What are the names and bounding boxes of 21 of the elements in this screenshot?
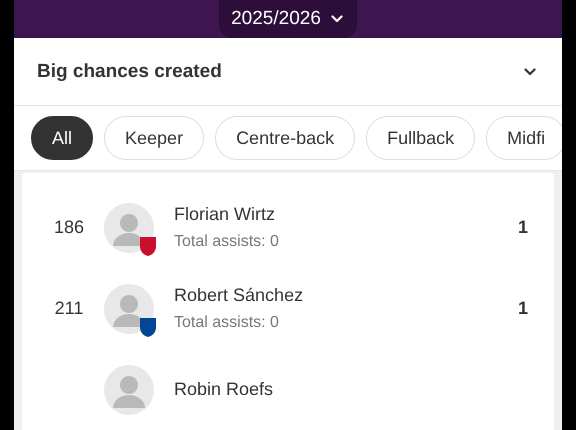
stat-value: 1 [518,298,528,319]
stat-dropdown[interactable]: Big chances created [14,38,562,106]
player-name: Robert Sánchez [174,285,304,306]
player-avatar [104,284,154,334]
player-avatar [104,364,154,414]
filter-chip[interactable]: Midfi [486,116,562,160]
filter-chip[interactable]: All [31,116,94,160]
filter-chip[interactable]: Centre-back [215,116,356,160]
rank-number: 186 [52,217,86,238]
player-detail: Total assists: 0 [174,314,280,332]
chevron-down-icon [330,15,343,23]
filter-chip[interactable]: Fullback [366,116,476,160]
player-detail: Total assists: 0 [174,233,280,251]
player-avatar [104,202,154,252]
rank-number: 211 [54,298,84,319]
player-name: Florian Wirtz [174,204,276,225]
chevron-down-icon [524,68,536,76]
filter-chip[interactable]: Keeper [104,116,204,160]
season-dropdown[interactable]: 2025/2026 [219,0,357,38]
stat-value: 1 [518,217,528,238]
player-name: Robin Roefs [174,379,274,400]
